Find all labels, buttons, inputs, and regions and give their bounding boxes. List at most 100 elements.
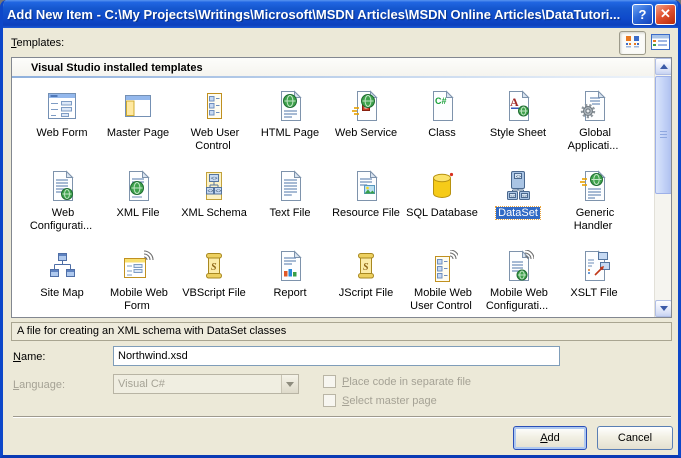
template-item-xml-file[interactable]: XML File — [100, 164, 176, 244]
template-item-html-page[interactable]: HTML Page — [252, 84, 328, 164]
template-item-label: Mobile Web Configurati... — [485, 287, 549, 312]
group-header: Visual Studio installed templates — [12, 58, 654, 78]
template-item-dataset[interactable]: <> <> <> DataSet — [480, 164, 556, 244]
details-view-icon — [651, 33, 670, 53]
help-button[interactable]: ? — [632, 3, 653, 25]
combo-dropdown-button — [281, 375, 298, 393]
web-form-icon — [46, 90, 78, 122]
templates-scrollbar[interactable] — [654, 58, 671, 317]
select-master-label: Select master page — [342, 394, 437, 407]
style-sheet-icon: A — [502, 90, 534, 122]
xml-schema-icon: <> <> <> — [198, 170, 230, 202]
details-view-button[interactable] — [650, 33, 671, 53]
mobile-web-config-icon — [502, 249, 535, 282]
template-item-site-map[interactable]: Site Map — [24, 244, 100, 317]
large-icons-view-button[interactable] — [619, 31, 646, 55]
report-icon — [274, 250, 306, 282]
help-icon: ? — [638, 6, 647, 22]
template-item-label: XML File — [116, 207, 160, 219]
template-item-label: Style Sheet — [489, 127, 547, 139]
svg-text:<>: <> — [208, 189, 214, 195]
svg-text:S: S — [363, 262, 369, 273]
site-map-icon — [46, 250, 78, 282]
template-item-label: SQL Database — [406, 207, 478, 219]
description-bar: A file for creating an XML schema with D… — [11, 322, 672, 341]
global-application-icon — [578, 90, 610, 122]
template-item-web-form[interactable]: Web Form — [24, 84, 100, 164]
svg-text:<>: <> — [216, 189, 222, 195]
html-page-icon — [274, 90, 306, 122]
dataset-icon: <> <> <> — [502, 170, 534, 202]
name-label: Name: — [13, 351, 46, 363]
vbscript-file-icon: S — [198, 250, 230, 282]
template-item-jscript-file[interactable]: S JScript File — [328, 244, 404, 317]
template-item-mobile-web-config[interactable]: Mobile Web Configurati... — [480, 244, 556, 317]
language-label: Language: — [13, 379, 66, 391]
template-item-label: Site Map — [40, 287, 84, 299]
titlebar[interactable]: Add New Item - C:\My Projects\Writings\M… — [3, 0, 678, 28]
template-item-label: Report — [273, 287, 307, 299]
template-item-label: Web Configurati... — [29, 207, 93, 232]
svg-text:<>: <> — [510, 193, 515, 198]
template-item-sql-database[interactable]: SQL Database — [404, 164, 480, 244]
template-item-label: Web Form — [36, 127, 88, 139]
template-item-report[interactable]: Report — [252, 244, 328, 317]
svg-text:S: S — [211, 262, 217, 273]
xslt-file-icon — [578, 250, 610, 282]
close-button[interactable]: ✕ — [655, 3, 676, 25]
select-master-checkbox[interactable] — [323, 394, 336, 407]
template-item-mobile-web-form[interactable]: Mobile Web Form — [100, 244, 176, 317]
template-item-mobile-web-user-control[interactable]: Mobile Web User Control — [404, 244, 480, 317]
template-item-web-user-control[interactable]: Web User Control — [176, 84, 252, 164]
template-item-generic-handler[interactable]: Generic Handler — [556, 164, 632, 244]
add-button[interactable]: Add — [513, 426, 587, 450]
window-title: Add New Item - C:\My Projects\Writings\M… — [7, 6, 621, 22]
scroll-up-icon — [659, 64, 668, 69]
name-input[interactable] — [113, 346, 560, 366]
template-item-label: Generic Handler — [573, 207, 615, 232]
scrollbar-thumb[interactable] — [655, 76, 671, 194]
template-item-resource-file[interactable]: Resource File — [328, 164, 404, 244]
template-item-label: Web User Control — [190, 127, 240, 152]
svg-text:<>: <> — [516, 174, 522, 179]
template-item-label: VBScript File — [182, 287, 246, 299]
xml-file-icon — [122, 170, 154, 202]
template-item-label: Master Page — [106, 127, 170, 139]
template-item-master-page[interactable]: Master Page — [100, 84, 176, 164]
template-item-label: Global Applicati... — [567, 127, 619, 152]
text-file-icon — [274, 170, 306, 202]
template-item-vbscript-file[interactable]: S VBScript File — [176, 244, 252, 317]
sql-database-icon — [426, 170, 458, 202]
template-item-label: Class — [428, 127, 456, 139]
add-new-item-dialog: Add New Item - C:\My Projects\Writings\M… — [0, 0, 681, 458]
template-item-style-sheet[interactable]: A Style Sheet — [480, 84, 556, 164]
scroll-down-icon — [659, 306, 668, 311]
template-item-web-service[interactable]: Web Service — [328, 84, 404, 164]
cancel-button[interactable]: Cancel — [597, 426, 673, 450]
place-code-checkbox[interactable] — [323, 375, 336, 388]
scroll-down-button[interactable] — [655, 300, 671, 317]
template-item-label: XSLT File — [570, 287, 618, 299]
svg-text:C#: C# — [435, 96, 447, 106]
language-value: Visual C# — [118, 378, 165, 390]
web-user-control-icon — [198, 90, 230, 122]
chevron-down-icon — [286, 381, 294, 387]
template-item-xslt-file[interactable]: XSLT File — [556, 244, 632, 317]
close-icon: ✕ — [660, 6, 671, 21]
large-icons-view-icon — [625, 35, 641, 52]
template-item-text-file[interactable]: Text File — [252, 164, 328, 244]
template-item-label: Mobile Web Form — [110, 287, 168, 312]
template-item-xml-schema[interactable]: <> <> <> XML Schema — [176, 164, 252, 244]
template-item-class[interactable]: C# Class — [404, 84, 480, 164]
select-master-checkbox-row: Select master page — [323, 394, 437, 407]
template-item-global-application[interactable]: Global Applicati... — [556, 84, 632, 164]
separator — [13, 416, 671, 418]
language-select[interactable]: Visual C# — [113, 374, 299, 394]
template-item-label: Resource File — [332, 207, 400, 219]
web-service-icon — [350, 90, 382, 122]
template-item-web-config[interactable]: Web Configurati... — [24, 164, 100, 244]
template-item-label: XML Schema — [181, 207, 247, 219]
mobile-web-user-control-icon — [426, 249, 460, 282]
scroll-up-button[interactable] — [655, 58, 671, 75]
templates-label: Templates: — [11, 37, 65, 49]
